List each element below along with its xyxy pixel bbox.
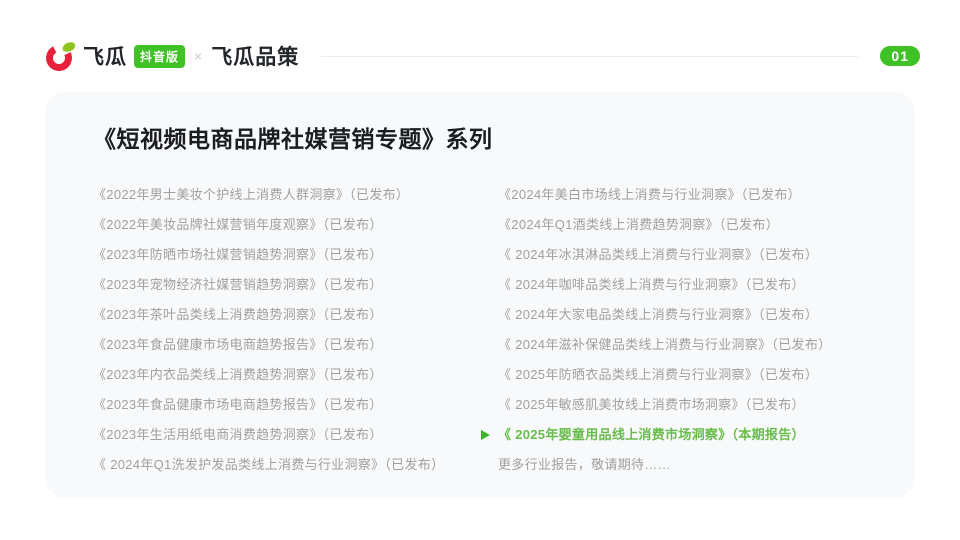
report-list-item: 《 2024年冰淇淋品类线上消费与行业洞察》（已发布） <box>498 240 867 270</box>
report-list-item: 更多行业报告，敬请期待…… <box>498 450 867 480</box>
report-list-item: 《 2024年大家电品类线上消费与行业洞察》（已发布） <box>498 300 867 330</box>
report-list-item: 《 2024年咖啡品类线上消费与行业洞察》（已发布） <box>498 270 867 300</box>
report-columns: 《2022年男士美妆个护线上消费人群洞察》（已发布） 《2022年美妆品牌社媒营… <box>93 180 867 480</box>
feigua-logo-icon <box>42 40 76 74</box>
report-item-label: 《 2024年咖啡品类线上消费与行业洞察》（已发布） <box>498 277 805 292</box>
report-list-item: 《2022年美妆品牌社媒营销年度观察》（已发布） <box>93 210 498 240</box>
douyin-edition-badge: 抖音版 <box>134 44 186 68</box>
header-divider <box>321 55 859 57</box>
brand-name: 飞瓜 <box>83 46 127 69</box>
report-item-label: 《2022年男士美妆个护线上消费人群洞察》（已发布） <box>93 187 410 202</box>
play-icon <box>481 430 490 440</box>
report-list-item: 《2023年食品健康市场电商趋势报告》（已发布） <box>93 390 498 420</box>
report-list-item: 《 2025年婴童用品线上消费市场洞察》（本期报告） <box>481 420 867 450</box>
brand-partner-name: 飞瓜品策 <box>211 46 300 69</box>
report-item-label: 《2024年美白市场线上消费与行业洞察》（已发布） <box>498 187 801 202</box>
logo-leaf-shape <box>62 40 76 53</box>
slide: 飞瓜 抖音版 × 飞瓜品策 01 《短视频电商品牌社媒营销专题》系列 《2022… <box>0 0 960 498</box>
report-item-label: 《2023年宠物经济社媒营销趋势洞察》（已发布） <box>93 277 383 292</box>
report-item-label: 《2022年美妆品牌社媒营销年度观察》（已发布） <box>93 217 383 232</box>
report-item-label: 《2023年生活用纸电商消费趋势洞察》（已发布） <box>93 427 383 442</box>
report-list-item: 《2022年男士美妆个护线上消费人群洞察》（已发布） <box>93 180 498 210</box>
report-list-item: 《2023年宠物经济社媒营销趋势洞察》（已发布） <box>93 270 498 300</box>
report-list-item: 《 2025年敏感肌美妆线上消费市场洞察》（已发布） <box>498 390 867 420</box>
report-list-item: 《2023年防晒市场社媒营销趋势洞察》（已发布） <box>93 240 498 270</box>
report-list-item: 《2024年美白市场线上消费与行业洞察》（已发布） <box>498 180 867 210</box>
report-item-label: 更多行业报告，敬请期待…… <box>498 457 671 472</box>
report-item-label: 《 2025年防晒衣品类线上消费与行业洞察》（已发布） <box>498 367 819 382</box>
report-list-right: 《2024年美白市场线上消费与行业洞察》（已发布） 《2024年Q1酒类线上消费… <box>481 180 867 480</box>
report-series-card: 《短视频电商品牌社媒营销专题》系列 《2022年男士美妆个护线上消费人群洞察》（… <box>45 92 915 498</box>
report-list-item: 《2023年内衣品类线上消费趋势洞察》（已发布） <box>93 360 498 390</box>
report-item-label: 《2023年茶叶品类线上消费趋势洞察》（已发布） <box>93 307 383 322</box>
report-list-item: 《2023年生活用纸电商消费趋势洞察》（已发布） <box>93 420 498 450</box>
report-item-label: 《2023年内衣品类线上消费趋势洞察》（已发布） <box>93 367 383 382</box>
header: 飞瓜 抖音版 × 飞瓜品策 01 <box>0 0 960 74</box>
card-title: 《短视频电商品牌社媒营销专题》系列 <box>93 126 493 152</box>
report-item-label: 《2023年食品健康市场电商趋势报告》（已发布） <box>93 397 383 412</box>
report-item-label: 《2023年食品健康市场电商趋势报告》（已发布） <box>93 337 383 352</box>
report-list-item: 《2023年茶叶品类线上消费趋势洞察》（已发布） <box>93 300 498 330</box>
report-list-item: 《 2025年防晒衣品类线上消费与行业洞察》（已发布） <box>498 360 867 390</box>
report-item-label: 《 2025年敏感肌美妆线上消费市场洞察》（已发布） <box>498 397 805 412</box>
report-list-left: 《2022年男士美妆个护线上消费人群洞察》（已发布） 《2022年美妆品牌社媒营… <box>93 180 498 480</box>
report-item-label: 《 2025年婴童用品线上消费市场洞察》（本期报告） <box>498 427 805 442</box>
report-item-label: 《 2024年Q1洗发护发品类线上消费与行业洞察》（已发布） <box>93 457 445 472</box>
report-item-label: 《 2024年滋补保健品类线上消费与行业洞察》（已发布） <box>498 337 832 352</box>
brand-separator: × <box>194 48 203 64</box>
report-item-label: 《2024年Q1酒类线上消费趋势洞察》（已发布） <box>498 217 779 232</box>
page-number-badge: 01 <box>880 46 920 66</box>
report-item-label: 《2023年防晒市场社媒营销趋势洞察》（已发布） <box>93 247 383 262</box>
report-list-item: 《2023年食品健康市场电商趋势报告》（已发布） <box>93 330 498 360</box>
brand-logo: 飞瓜 抖音版 × 飞瓜品策 <box>42 40 300 74</box>
report-list-item: 《2024年Q1酒类线上消费趋势洞察》（已发布） <box>498 210 867 240</box>
report-item-label: 《 2024年冰淇淋品类线上消费与行业洞察》（已发布） <box>498 247 819 262</box>
report-item-label: 《 2024年大家电品类线上消费与行业洞察》（已发布） <box>498 307 819 322</box>
report-list-item: 《 2024年滋补保健品类线上消费与行业洞察》（已发布） <box>498 330 867 360</box>
report-list-item: 《 2024年Q1洗发护发品类线上消费与行业洞察》（已发布） <box>93 450 498 480</box>
